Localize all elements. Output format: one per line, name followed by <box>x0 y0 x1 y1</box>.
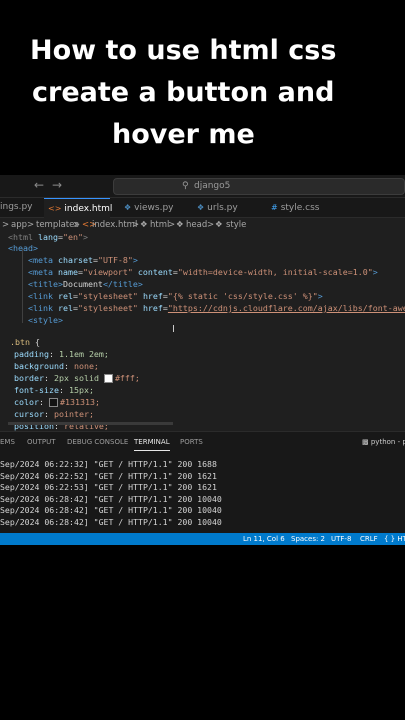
tab-problems[interactable]: EMS <box>0 432 15 452</box>
code-line: color: #131313; <box>14 397 100 407</box>
tab-label: urls.py <box>207 203 238 213</box>
terminal-icon: ▩ <box>362 438 369 446</box>
tab-label: views.py <box>134 203 174 213</box>
breadcrumb-sep: > <box>27 220 35 230</box>
tab-label: style.css <box>280 203 320 213</box>
breadcrumb-item-app[interactable]: app <box>11 218 27 232</box>
tab-style-css[interactable]: # style.css <box>271 198 331 217</box>
tab-index-html[interactable]: <> index.html <box>44 198 113 218</box>
breadcrumb-item-html[interactable]: html <box>150 218 169 232</box>
tab-views-py[interactable]: ❖ views.py <box>124 198 184 217</box>
caption-line-2: create a button and <box>32 77 335 108</box>
color-swatch[interactable] <box>48 398 58 407</box>
line-ending[interactable]: CRLF <box>360 533 378 545</box>
tab-debug-console[interactable]: DEBUG CONSOLE <box>67 432 128 452</box>
bottom-panel: EMS OUTPUT DEBUG CONSOLE TERMINAL PORTS … <box>0 431 405 534</box>
language-mode[interactable]: { } HT <box>384 533 405 545</box>
python-file-icon: ❖ <box>197 203 205 212</box>
element-icon: ❖ <box>140 220 148 230</box>
tab-label: index.html <box>64 204 113 214</box>
element-icon: ❖ <box>215 220 223 230</box>
breadcrumb-sep: > <box>2 220 10 230</box>
indentation[interactable]: Spaces: 2 <box>291 533 325 545</box>
code-line: font-size: 15px; <box>14 385 94 395</box>
breadcrumb-item-head[interactable]: head <box>186 218 207 232</box>
code-line: background: none; <box>14 361 99 371</box>
title-bar: ← → ⚲ django5 <box>0 175 405 198</box>
terminal-line: Sep/2024 06:22:32] "GET / HTTP/1.1" 200 … <box>0 459 217 469</box>
editor-tab-bar: ings.py <> index.html ❖ views.py ❖ urls.py … <box>0 198 405 218</box>
code-line: <meta charset="UTF-8"> <box>28 255 138 265</box>
cursor-position[interactable]: Ln 11, Col 6 <box>243 533 285 545</box>
code-line: cursor: pointer; <box>14 409 94 419</box>
tab-terminal[interactable]: TERMINAL <box>134 432 170 451</box>
terminal-name: python - pr <box>370 438 405 446</box>
breadcrumb-sep: > <box>73 220 81 230</box>
code-line: padding: 1.1em 2em; <box>14 349 109 359</box>
search-icon: ⚲ <box>182 181 189 191</box>
element-icon: ❖ <box>176 220 184 230</box>
breadcrumb-item-style[interactable]: style <box>226 218 246 232</box>
arrow-right-icon[interactable]: → <box>52 178 62 192</box>
breadcrumb-item-file[interactable]: index.html <box>92 218 137 232</box>
panel-tabs: EMS OUTPUT DEBUG CONSOLE TERMINAL PORTS <box>0 432 405 452</box>
horizontal-scrollbar[interactable] <box>8 422 173 425</box>
caption-line-3: hover me <box>112 119 255 150</box>
code-line: <link rel="stylesheet" href="https://cdn… <box>28 303 405 313</box>
encoding[interactable]: UTF-8 <box>331 533 351 545</box>
search-text: django5 <box>194 181 231 191</box>
terminal-line: Sep/2024 06:22:53] "GET / HTTP/1.1" 200 … <box>0 482 217 493</box>
tab-settings-py[interactable]: ings.py <box>0 198 42 217</box>
css-file-icon: # <box>271 203 278 212</box>
tab-ports[interactable]: PORTS <box>180 432 203 452</box>
code-line: border: 2px solid #fff; <box>14 373 140 383</box>
command-center-search[interactable]: ⚲ django5 <box>113 178 405 195</box>
code-line: <link rel="stylesheet" href="{% static '… <box>28 291 323 301</box>
indent-guide <box>22 249 23 323</box>
code-line: <title>Document</title> <box>28 279 143 289</box>
tab-label: ings.py <box>0 202 33 212</box>
code-line: <meta name="viewport" content="width=dev… <box>28 267 378 277</box>
breadcrumb-sep: > <box>168 220 176 230</box>
text-cursor-icon: I <box>172 324 175 335</box>
html-file-icon: <> <box>48 204 62 213</box>
breadcrumb: > app > templates > <> index.html > ❖ ht… <box>0 218 405 232</box>
terminal-selector[interactable]: ▩ python - pr <box>362 432 405 452</box>
status-bar: Ln 11, Col 6 Spaces: 2 UTF-8 CRLF { } HT <box>0 533 405 545</box>
tab-output[interactable]: OUTPUT <box>27 432 56 452</box>
code-line: <style> <box>28 315 63 325</box>
terminal-line: Sep/2024 06:28:42] "GET / HTTP/1.1" 200 … <box>0 517 222 527</box>
code-line: .btn { <box>10 337 40 347</box>
terminal-line: Sep/2024 06:28:42] "GET / HTTP/1.1" 200 … <box>0 505 222 516</box>
terminal-line: Sep/2024 06:22:52] "GET / HTTP/1.1" 200 … <box>0 470 217 481</box>
color-swatch[interactable] <box>103 374 113 383</box>
caption-line-1: How to use html css <box>30 35 337 66</box>
terminal-line: Sep/2024 06:28:42] "GET / HTTP/1.1" 200 … <box>0 493 222 504</box>
python-file-icon: ❖ <box>124 203 132 212</box>
tab-urls-py[interactable]: ❖ urls.py <box>197 198 247 217</box>
arrow-left-icon[interactable]: ← <box>34 178 44 192</box>
breadcrumb-sep: > <box>132 220 140 230</box>
breadcrumb-sep: > <box>207 220 215 230</box>
vscode-window: ← → ⚲ django5 ings.py <> index.html ❖ view… <box>0 175 405 545</box>
